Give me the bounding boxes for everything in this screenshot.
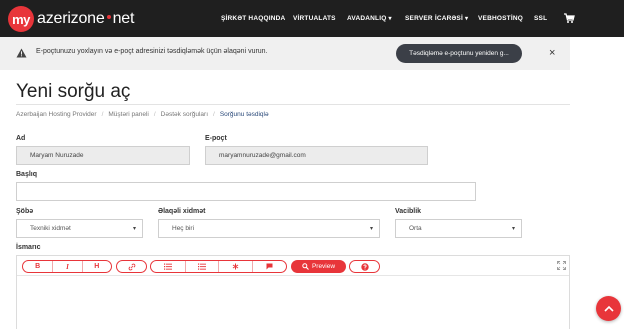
logo-suffix: net <box>112 10 135 27</box>
logo-wordmark: azerizone net <box>37 10 134 28</box>
breadcrumb: Azerbaijan Hosting Provider / Müştəri pa… <box>16 111 269 118</box>
question-icon <box>360 262 369 271</box>
nav-item-company[interactable]: ŞİRKƏT HAQQINDA <box>221 0 285 37</box>
related-service-label: Əlaqəli xidmət <box>158 208 206 215</box>
chevron-down-icon: ▾ <box>464 16 469 22</box>
site-logo[interactable]: my azerizone net <box>8 6 134 32</box>
related-service-selected: Heç biri <box>172 225 195 232</box>
chevron-down-icon: ▾ <box>369 226 373 232</box>
bullet-list-button[interactable] <box>151 261 185 272</box>
nav-item-vps[interactable]: VİRTUALATS <box>293 0 336 37</box>
breadcrumb-client-area[interactable]: Müştəri paneli <box>108 111 148 118</box>
help-button[interactable] <box>349 260 380 273</box>
resend-verification-button[interactable]: Təsdiqləmə e-poçtunu yeniden g... <box>396 44 522 63</box>
nav-item-server-rent[interactable]: SERVER İCARƏSİ ▾ <box>405 0 468 37</box>
preview-button[interactable]: Preview <box>291 260 346 273</box>
italic-button[interactable]: I <box>52 261 81 272</box>
block-format-group <box>150 260 287 273</box>
breadcrumb-home[interactable]: Azerbaijan Hosting Provider <box>16 111 97 118</box>
nav-item-ssl[interactable]: SSL <box>534 0 547 37</box>
title-divider <box>16 104 570 105</box>
email-label: E-poçt <box>205 135 227 142</box>
department-label: Şöbə <box>16 208 34 215</box>
warning-icon <box>16 48 27 58</box>
code-button[interactable] <box>218 261 252 272</box>
chevron-up-icon <box>603 305 614 312</box>
nav-item-label: SERVER İCARƏSİ <box>405 15 463 22</box>
preview-label: Preview <box>311 263 336 270</box>
nav-item-hardware[interactable]: AVADANLIQ ▾ <box>347 0 392 37</box>
page-title: Yeni sorğu aç <box>16 81 131 102</box>
asterisk-icon <box>232 263 239 270</box>
subject-label: Başlıq <box>16 171 38 178</box>
text-format-group: B I H <box>22 260 112 273</box>
bullet-list-icon <box>163 263 172 270</box>
nav-item-webhosting[interactable]: VEBHOSTİNQ <box>478 0 523 37</box>
message-label: İsmarıc <box>16 244 41 251</box>
link-icon <box>128 263 135 270</box>
fullscreen-icon[interactable] <box>557 261 566 270</box>
top-navbar: my azerizone net ŞİRKƏT HAQQINDA VİRTUALA… <box>0 0 624 37</box>
nav-item-label: VİRTUALATS <box>293 15 336 22</box>
related-service-select[interactable]: Heç biri ▾ <box>158 219 380 238</box>
chevron-down-icon: ▾ <box>511 226 515 232</box>
priority-label: Vaciblik <box>395 208 422 215</box>
breadcrumb-separator: / <box>101 111 104 118</box>
bold-button[interactable]: B <box>23 261 52 272</box>
chevron-down-icon: ▾ <box>388 16 392 22</box>
link-group <box>116 260 147 273</box>
editor-toolbar: B I H Preview <box>17 256 569 276</box>
comment-icon <box>266 263 273 270</box>
name-label: Ad <box>16 135 26 142</box>
subject-input[interactable] <box>16 182 476 201</box>
breadcrumb-separator: / <box>153 111 156 118</box>
search-icon <box>302 263 309 270</box>
department-selected: Texniki xidmət <box>30 225 71 232</box>
breadcrumb-separator: / <box>213 111 215 118</box>
priority-selected: Orta <box>409 225 422 232</box>
priority-select[interactable]: Orta ▾ <box>395 219 522 238</box>
nav-item-label: AVADANLIQ <box>347 15 387 22</box>
cart-icon[interactable] <box>563 12 575 24</box>
nav-item-label: ŞİRKƏT HAQQINDA <box>221 15 286 22</box>
department-select[interactable]: Texniki xidmət ▾ <box>16 219 143 238</box>
heading-button[interactable]: H <box>81 261 111 272</box>
nav-item-label: VEBHOSTİNQ <box>478 15 523 22</box>
breadcrumb-support-tickets[interactable]: Dəstək sorğuları <box>161 111 208 118</box>
chevron-down-icon: ▾ <box>132 226 136 232</box>
email-verification-alert: E-poçtunuzu yoxlayın və e-poçt adresiniz… <box>0 37 570 70</box>
logo-mark: my <box>8 6 34 32</box>
nav-item-label: SSL <box>534 15 548 22</box>
logo-name: azerizone <box>37 10 105 27</box>
alert-message: E-poçtunuzu yoxlayın və e-poçt adresiniz… <box>36 48 268 55</box>
message-editor[interactable]: B I H Preview <box>16 255 570 329</box>
close-icon[interactable]: × <box>549 48 555 59</box>
breadcrumb-current: Sorğunu təsdiqlə <box>219 111 269 118</box>
link-button[interactable] <box>117 261 146 272</box>
numbered-list-button[interactable] <box>184 261 219 272</box>
scroll-to-top-button[interactable] <box>596 296 621 321</box>
email-field[interactable]: maryamnuruzade@gmail.com <box>205 146 428 165</box>
numbered-list-icon <box>197 263 206 270</box>
quote-button[interactable] <box>251 261 287 272</box>
name-field[interactable]: Maryam Nuruzade <box>16 146 190 165</box>
logo-dot <box>106 15 111 20</box>
